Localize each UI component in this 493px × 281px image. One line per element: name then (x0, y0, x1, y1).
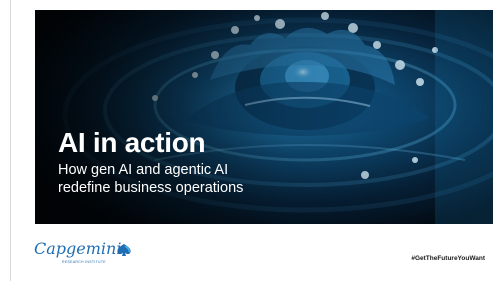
brand-subtitle: RESEARCH INSTITUTE (62, 260, 106, 264)
slide-title: AI in action (58, 127, 206, 158)
slide: AI in action How gen AI and agentic AI r… (0, 0, 493, 281)
campaign-hashtag: #GetTheFutureYouWant (411, 255, 485, 262)
subtitle-line-1: How gen AI and agentic AI (58, 162, 229, 178)
slide-border (10, 0, 11, 281)
capgemini-logo: Capgemini RESEARCH INSTITUTE (34, 240, 144, 270)
slide-subtitle: How gen AI and agentic AI redefine busin… (58, 161, 318, 197)
subtitle-line-2: redefine business operations (58, 180, 244, 196)
brand-name: Capgemini (34, 239, 122, 258)
spade-icon (117, 244, 131, 256)
